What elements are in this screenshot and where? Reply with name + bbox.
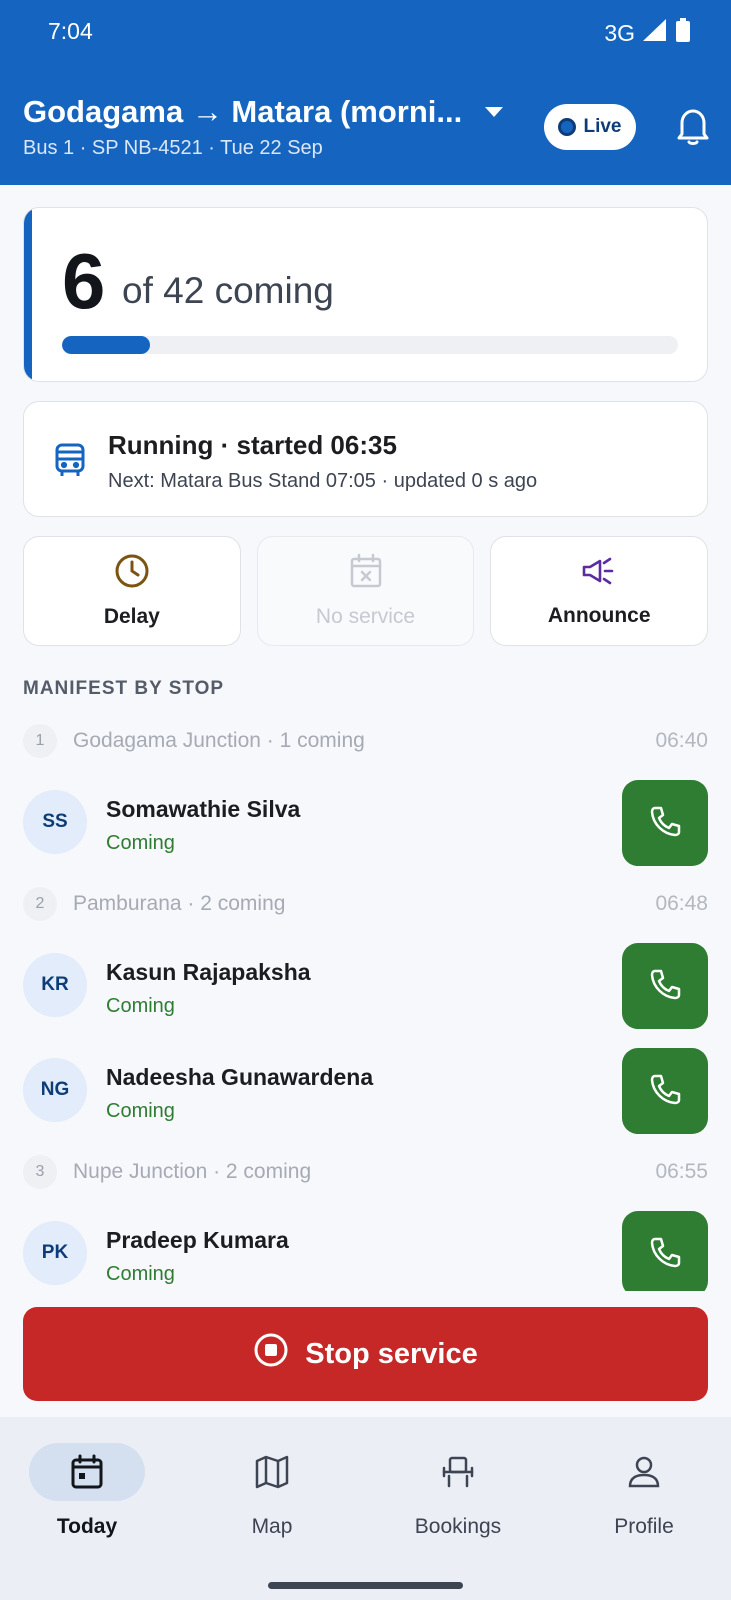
- nav-today[interactable]: Today: [7, 1443, 167, 1539]
- seat-icon: [400, 1443, 516, 1501]
- person-icon: [586, 1443, 702, 1501]
- stop-header: 2 Pamburana · 2 coming 06:48: [23, 886, 708, 922]
- nav-bookings-label: Bookings: [414, 1515, 502, 1538]
- passenger-status: Coming: [106, 832, 175, 854]
- stop-number: 3: [23, 1155, 57, 1189]
- card-accent: [24, 208, 32, 381]
- call-button[interactable]: [622, 1211, 708, 1297]
- announce-label: Announce: [547, 604, 651, 627]
- map-icon: [214, 1443, 330, 1501]
- progress-fill: [62, 336, 151, 354]
- stop-label: Godagama Junction · 1 coming: [73, 729, 365, 752]
- nav-profile-label: Profile: [614, 1515, 674, 1538]
- bus-icon: [54, 442, 86, 483]
- app-bar: 7:04 3G Godagama → Matara (morni... Bus …: [0, 0, 731, 185]
- avatar: SS: [23, 790, 87, 854]
- clock-icon: [114, 553, 150, 595]
- megaphone-icon: [581, 554, 617, 594]
- avatar: PK: [23, 1221, 87, 1285]
- live-label: Live: [583, 116, 622, 137]
- status-time: 7:04: [48, 18, 93, 44]
- passenger-row: KR Kasun Rajapaksha Coming: [23, 943, 708, 1029]
- passenger-status: Coming: [106, 1100, 175, 1122]
- passenger-name: Nadeesha Gunawardena: [106, 1064, 374, 1090]
- stop-service-button[interactable]: Stop service: [23, 1307, 708, 1401]
- passenger-row: PK Pradeep Kumara Coming: [23, 1211, 708, 1297]
- phone-icon: [648, 1072, 682, 1111]
- nav-map-label: Map: [251, 1515, 293, 1538]
- battery-icon: [675, 18, 691, 48]
- no-service-button[interactable]: No service: [256, 536, 475, 646]
- nav-bookings[interactable]: Bookings: [378, 1443, 538, 1539]
- manifest-heading: MANIFEST BY STOP: [23, 678, 225, 699]
- coming-summary-card: 6 of 42 coming: [23, 207, 708, 382]
- live-dot-icon: [558, 118, 577, 136]
- route-title: Godagama → Matara (morni...: [23, 94, 463, 129]
- chevron-down-icon: [484, 106, 504, 118]
- network-type: 3G: [604, 19, 635, 46]
- coming-count: 6: [62, 237, 106, 325]
- stop-header: 3 Nupe Junction · 2 coming 06:55: [23, 1154, 708, 1190]
- stop-time: 06:48: [655, 892, 708, 915]
- stop-service-container: Stop service: [0, 1291, 731, 1417]
- nav-today-label: Today: [56, 1515, 118, 1538]
- avatar: NG: [23, 1058, 87, 1122]
- stop-circle-icon: [253, 1332, 289, 1376]
- coming-progress-bar: [62, 336, 678, 354]
- nav-profile[interactable]: Profile: [564, 1443, 724, 1539]
- stop-service-label: Stop service: [305, 1337, 478, 1370]
- bell-icon[interactable]: [676, 106, 710, 151]
- passenger-name: Kasun Rajapaksha: [106, 959, 311, 985]
- delay-button[interactable]: Delay: [23, 536, 241, 646]
- stop-label: Nupe Junction · 2 coming: [73, 1160, 312, 1183]
- stop-header: 1 Godagama Junction · 1 coming 06:40: [23, 723, 708, 759]
- route-subtitle: Bus 1 · SP NB-4521 · Tue 22 Sep: [23, 137, 323, 159]
- status-indicators: 3G: [604, 18, 691, 48]
- stop-time: 06:40: [655, 729, 708, 752]
- passenger-row: NG Nadeesha Gunawardena Coming: [23, 1048, 708, 1134]
- nav-map[interactable]: Map: [192, 1443, 352, 1539]
- passenger-row: SS Somawathie Silva Coming: [23, 780, 708, 866]
- call-button[interactable]: [622, 780, 708, 866]
- phone-icon: [648, 804, 682, 843]
- calendar-cancel-icon: [349, 553, 383, 595]
- call-button[interactable]: [622, 943, 708, 1029]
- bottom-navigation: Today Map Bookings Profile: [0, 1417, 731, 1600]
- stop-time: 06:55: [655, 1160, 708, 1183]
- coming-total: of 42 coming: [122, 270, 334, 311]
- stop-label: Pamburana · 2 coming: [73, 892, 286, 915]
- phone-icon: [648, 1235, 682, 1274]
- avatar: KR: [23, 953, 87, 1017]
- passenger-name: Pradeep Kumara: [106, 1227, 289, 1253]
- passenger-status: Coming: [106, 1263, 175, 1285]
- stop-number: 2: [23, 887, 57, 921]
- signal-icon: [643, 19, 667, 47]
- home-indicator[interactable]: [268, 1582, 463, 1589]
- action-row: Delay No service Announce: [23, 536, 709, 646]
- call-button[interactable]: [622, 1048, 708, 1134]
- delay-label: Delay: [103, 605, 160, 628]
- passenger-status: Coming: [106, 995, 175, 1017]
- calendar-icon: [29, 1443, 145, 1501]
- no-service-label: No service: [315, 605, 416, 628]
- route-selector[interactable]: Godagama → Matara (morni...: [23, 94, 504, 130]
- stop-number: 1: [23, 724, 57, 758]
- announce-button[interactable]: Announce: [490, 536, 709, 646]
- passenger-name: Somawathie Silva: [106, 796, 301, 822]
- phone-icon: [648, 967, 682, 1006]
- trip-status-title: Running · started 06:35: [108, 430, 397, 460]
- live-toggle[interactable]: Live: [544, 104, 636, 150]
- trip-status-card: Running · started 06:35 Next: Matara Bus…: [23, 401, 708, 517]
- trip-status-subtitle: Next: Matara Bus Stand 07:05 · updated 0…: [108, 470, 538, 492]
